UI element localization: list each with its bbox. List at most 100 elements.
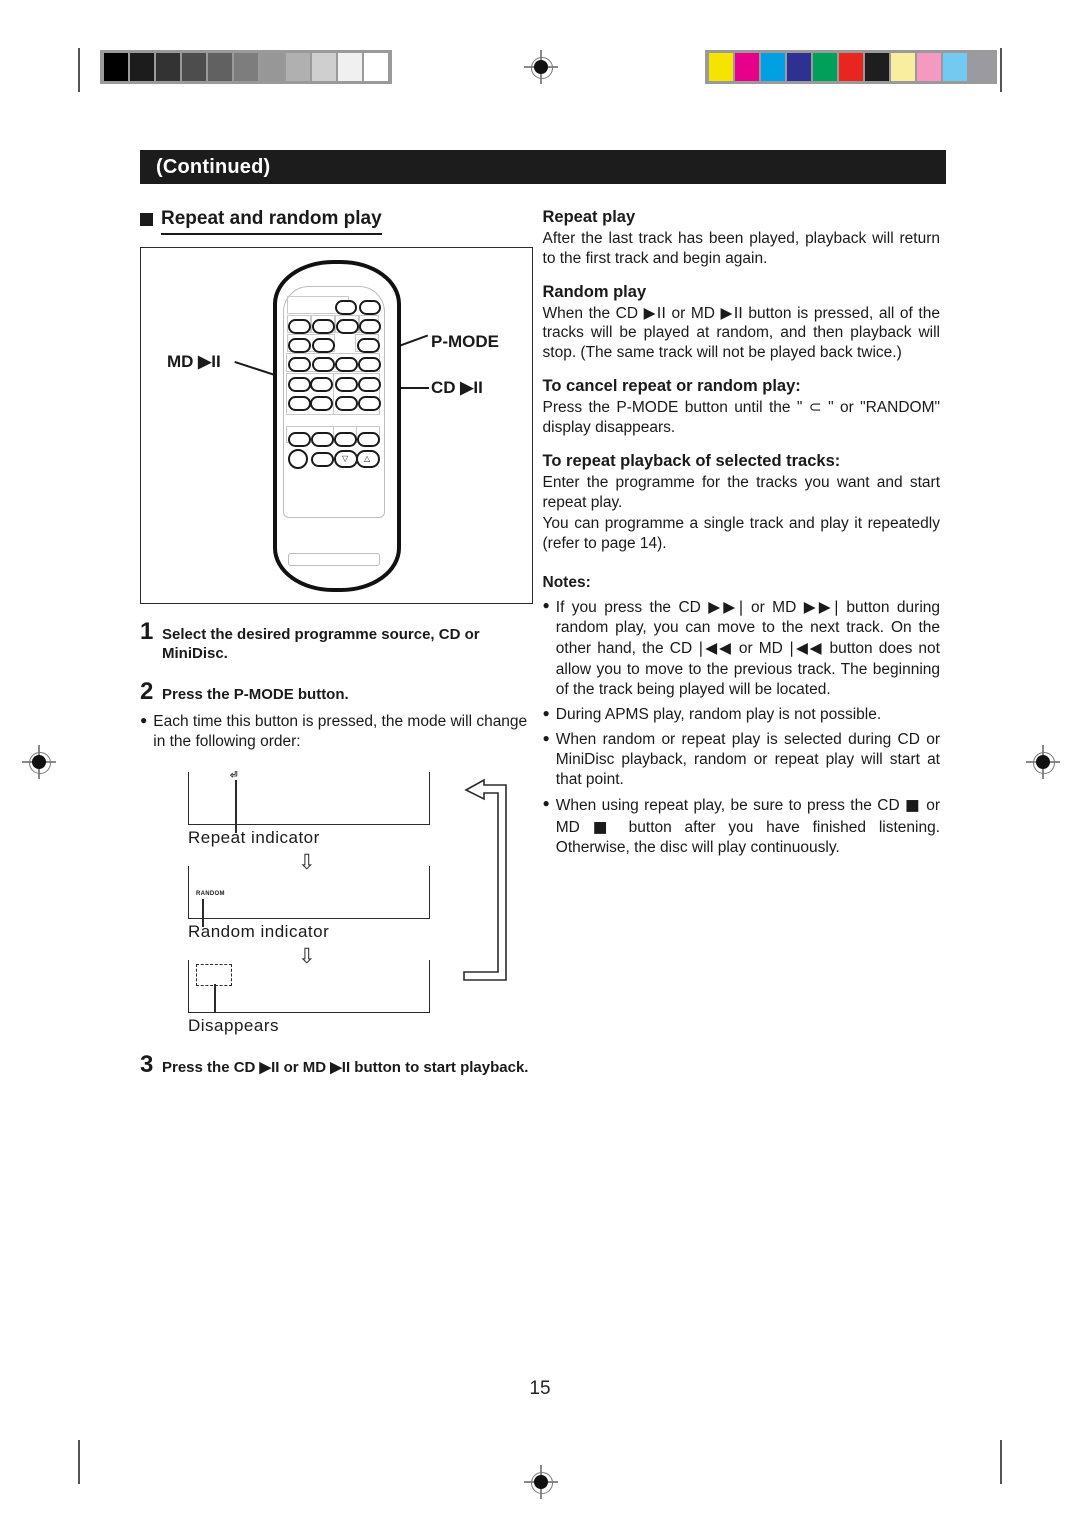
remote-button[interactable] [311, 432, 334, 447]
remote-button[interactable] [288, 338, 311, 353]
remote-button-p-mode[interactable] [335, 357, 358, 372]
random-play-body-pre: When the CD [542, 304, 639, 322]
cancel-body-pre: Press the P-MODE button until the " [542, 399, 803, 417]
right-column: Repeat play After the last track has bee… [542, 208, 941, 1079]
color-swatch-9 [943, 53, 967, 81]
step-3: 3 Press the CD ▶II or MD ▶II button to s… [140, 1051, 533, 1079]
gray-swatch-2 [156, 53, 180, 81]
remote-button[interactable] [288, 396, 311, 411]
leader-tick-disappears [214, 983, 216, 1012]
remote-button[interactable] [357, 432, 380, 447]
remote-button-cd-play-pause[interactable] [358, 377, 381, 392]
callout-md-play-pause: MD ▶II [167, 352, 221, 371]
remote-button[interactable] [288, 432, 311, 447]
bullet-dot-icon: ● [542, 796, 550, 811]
remote-button[interactable] [359, 300, 381, 315]
callout-cd-play-pause: CD ▶II [431, 378, 483, 397]
note-4-pre: When using repeat play, be sure to press… [555, 797, 900, 815]
callout-p-mode: P-MODE [431, 332, 499, 351]
repeat-selected-body-1: Enter the programme for the tracks you w… [542, 473, 940, 511]
gray-swatch-5 [234, 53, 258, 81]
remote-button[interactable] [359, 319, 381, 334]
remote-button[interactable] [358, 357, 381, 372]
section-heading: Repeat and random play [140, 208, 533, 235]
repeat-selected-heading: To repeat playback of selected tracks: [542, 451, 841, 470]
remote-button[interactable] [288, 377, 311, 392]
crop-line-top-right [1000, 48, 1002, 92]
random-play-body: When the CD ▶II or MD ▶II button is pres… [543, 304, 940, 363]
bullet-dot-icon: ● [542, 705, 550, 720]
remote-button-power[interactable] [288, 449, 308, 469]
random-indicator-label: Random indicator [188, 921, 330, 941]
note-item: ● During APMS play, random play is not p… [543, 705, 940, 725]
remote-button[interactable] [334, 432, 357, 447]
triangle-down-icon: ▽ [342, 454, 349, 463]
remote-button-volume-up[interactable]: △ [356, 450, 380, 468]
remote-control-figure: MD ▶II P-MODE CD ▶II ▽ △ [140, 247, 533, 604]
repeat-selected-body-2: You can programme a single track and pla… [542, 515, 940, 553]
remote-button[interactable] [288, 319, 311, 334]
gray-swatch-8 [312, 53, 336, 81]
step-2-number: 2 [140, 677, 154, 705]
remote-button[interactable] [310, 396, 333, 411]
remote-button[interactable] [311, 452, 334, 467]
note-item: ● When using repeat play, be sure to pre… [543, 795, 940, 857]
remote-button[interactable] [335, 396, 358, 411]
color-swatch-8 [917, 53, 941, 81]
repeat-play-heading: Repeat play [542, 208, 636, 226]
skip-back-icon: |◀◀ [698, 639, 733, 658]
step-3-number: 3 [140, 1050, 154, 1078]
disappears-label: Disappears [188, 1015, 279, 1035]
page-number: 15 [529, 1378, 551, 1399]
stop-icon: ■ [905, 796, 921, 815]
repeat-indicator-label: Repeat indicator [188, 827, 320, 847]
remote-button[interactable] [358, 396, 381, 411]
gray-swatch-4 [208, 53, 232, 81]
gray-swatch-9 [338, 53, 362, 81]
color-swatch-2 [761, 53, 785, 81]
remote-button[interactable] [335, 300, 357, 315]
remote-button[interactable] [335, 377, 358, 392]
mode-cycle-diagram: ⏎ Repeat indicator ⇩ RANDOM Random indic… [188, 766, 518, 1041]
repeat-play-body: After the last track has been played, pl… [542, 230, 940, 267]
note-2-text: During APMS play, random play is not pos… [555, 705, 882, 723]
gray-swatch-1 [130, 53, 154, 81]
remote-button[interactable] [336, 319, 359, 334]
gray-swatch-0 [104, 53, 128, 81]
play-pause-icon: ▶II [643, 303, 666, 322]
random-play-body-mid: or MD [671, 304, 715, 322]
crop-line-top-left [78, 48, 80, 92]
remote-button[interactable] [312, 319, 335, 334]
gray-swatch-6 [260, 53, 284, 81]
step-2: 2 Press the P-MODE button. [140, 678, 533, 706]
manual-page: (Continued) Repeat and random play MD ▶I… [0, 0, 1080, 1525]
stop-icon: ■ [592, 817, 616, 836]
remote-button[interactable] [288, 357, 311, 372]
empty-display-dashed-box [196, 963, 232, 986]
step-2-note-text: Each time this button is pressed, the mo… [153, 712, 528, 750]
remote-button[interactable] [312, 338, 335, 353]
registration-mark-right [1026, 745, 1060, 779]
registration-mark-top-center [524, 50, 558, 84]
gray-swatch-10 [364, 53, 388, 81]
step-1-number: 1 [140, 618, 154, 645]
remote-button-md-play-pause[interactable] [310, 377, 333, 392]
remote-button-volume-down[interactable]: ▽ [334, 450, 358, 468]
step-3-text: Press the CD ▶II or MD ▶II button to sta… [162, 1058, 529, 1076]
loop-back-arrow-icon [463, 778, 507, 981]
remote-button[interactable] [357, 338, 380, 353]
color-swatch-0 [709, 53, 733, 81]
skip-back-icon: |◀◀ [788, 639, 824, 658]
page-content: (Continued) Repeat and random play MD ▶I… [140, 150, 946, 1079]
gray-swatch-3 [182, 53, 206, 81]
grayscale-calibration-bar [100, 50, 392, 84]
bullet-dot-icon: ● [140, 712, 148, 727]
step-1: 1 Select the desired programme source, C… [140, 618, 533, 664]
continued-banner: (Continued) [140, 150, 946, 184]
cancel-heading: To cancel repeat or random play: [542, 377, 801, 396]
skip-forward-icon: ▶▶| [708, 598, 744, 617]
remote-button[interactable] [312, 357, 335, 372]
step-2-note: ● Each time this button is pressed, the … [140, 712, 533, 752]
repeat-symbol-icon: ⊂ [808, 398, 822, 417]
crop-line-bottom-left [78, 1440, 80, 1484]
